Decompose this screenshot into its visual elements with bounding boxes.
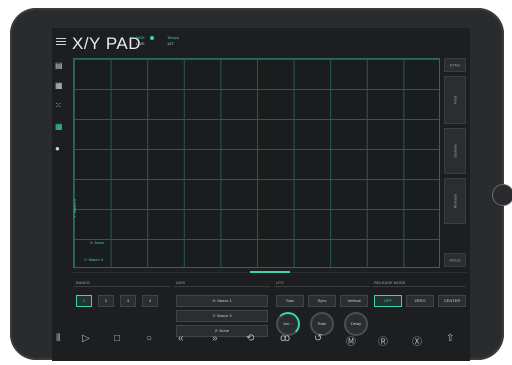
metronome-icon[interactable]: Ⓜ [346, 333, 356, 348]
record-icon[interactable]: ○ [146, 333, 152, 344]
axis-divider [174, 286, 270, 287]
axis-y-button[interactable]: Y: Macro 3 [176, 310, 268, 322]
page-title: X/Y PAD [72, 34, 142, 53]
axis-label: AXIS [176, 280, 186, 285]
tempo-display: Tempo 127 [167, 35, 179, 47]
release-off-button[interactable]: OFF [374, 295, 402, 307]
midi-value: LIVE [136, 41, 145, 46]
lfo-sync-button[interactable]: Sync [308, 295, 336, 307]
tempo-label: Tempo [167, 35, 180, 40]
bank-1-button[interactable]: 1 [76, 295, 92, 307]
undo-icon[interactable]: ↺ [314, 333, 322, 344]
drag-grip-icon[interactable]: ⦀ [56, 333, 60, 344]
quantize-icon[interactable]: Ⓡ [378, 333, 388, 348]
sync-button[interactable]: SYNC [444, 58, 466, 72]
lfo-divider [274, 286, 370, 287]
axis-x-button[interactable]: X: Macro 1 [176, 295, 268, 307]
release-mode-label: RELEASE MODE [374, 280, 406, 285]
banks-label: BANKS [76, 280, 90, 285]
bank-3-button[interactable]: 3 [120, 295, 136, 307]
lfo-label: LFO [276, 280, 284, 285]
app-screen: X/Y PAD MIDI LIVE Tempo 127 ▤ ▦ ⁙ ▦ ● Y:… [52, 28, 470, 361]
bank-2-button[interactable]: 2 [98, 295, 114, 307]
transport-bar: ⦀ ▷ □ ○ « » ⟲ ꝏ ↺ Ⓜ Ⓡ Ⓧ ⇧ [52, 325, 470, 355]
stop-icon[interactable]: □ [114, 333, 120, 344]
release-button[interactable]: Release [444, 178, 466, 224]
tape-icon[interactable]: ꝏ [280, 333, 290, 344]
xy-pad-grid[interactable] [73, 58, 440, 268]
hex-grid-icon[interactable]: ⁙ [55, 102, 63, 110]
app-header: X/Y PAD MIDI LIVE Tempo 127 [52, 28, 470, 54]
record-dot-icon[interactable]: ● [55, 145, 63, 153]
midi-label: MIDI [136, 35, 145, 40]
hold-toggle-button[interactable]: Hold [444, 76, 466, 124]
x-axis-label: X: None [90, 240, 105, 245]
banks-divider [74, 286, 170, 287]
count-in-icon[interactable]: Ⓧ [412, 333, 422, 348]
release-mode-divider [372, 286, 466, 287]
home-button[interactable] [492, 184, 512, 206]
release-center-button[interactable]: CENTER [438, 295, 466, 307]
play-icon[interactable]: ▷ [82, 333, 90, 344]
grid-icon[interactable]: ▤ [55, 62, 63, 70]
tempo-value: 127 [167, 41, 174, 46]
sidebar: ▤ ▦ ⁙ ▦ ● [52, 56, 70, 186]
release-zero-button[interactable]: ZERO [406, 295, 434, 307]
lfo-saw-button[interactable]: Saw [276, 295, 304, 307]
hold-button[interactable]: HOLD [444, 253, 466, 267]
menu-icon[interactable] [56, 38, 66, 46]
grid-dots-icon[interactable]: ▦ [55, 82, 63, 90]
share-icon[interactable]: ⇧ [446, 333, 454, 344]
lfo-vertical-button[interactable]: Vertical [340, 295, 368, 307]
camera-dot [38, 194, 42, 198]
bank-4-button[interactable]: 4 [142, 295, 158, 307]
y-axis-vertical-label: Y: Macro 1 [72, 198, 77, 218]
sustain-button[interactable]: Sustain [444, 128, 466, 174]
y-axis-label: Y: Macro 3 [84, 257, 104, 262]
xy-pad-icon[interactable]: ▦ [55, 123, 63, 131]
status-dot-icon [150, 36, 154, 40]
loop-icon[interactable]: ⟲ [246, 333, 254, 344]
drag-handle[interactable] [250, 271, 290, 273]
midi-status: MIDI LIVE [136, 35, 145, 47]
fast-forward-icon[interactable]: » [212, 333, 218, 344]
rewind-icon[interactable]: « [178, 333, 184, 344]
